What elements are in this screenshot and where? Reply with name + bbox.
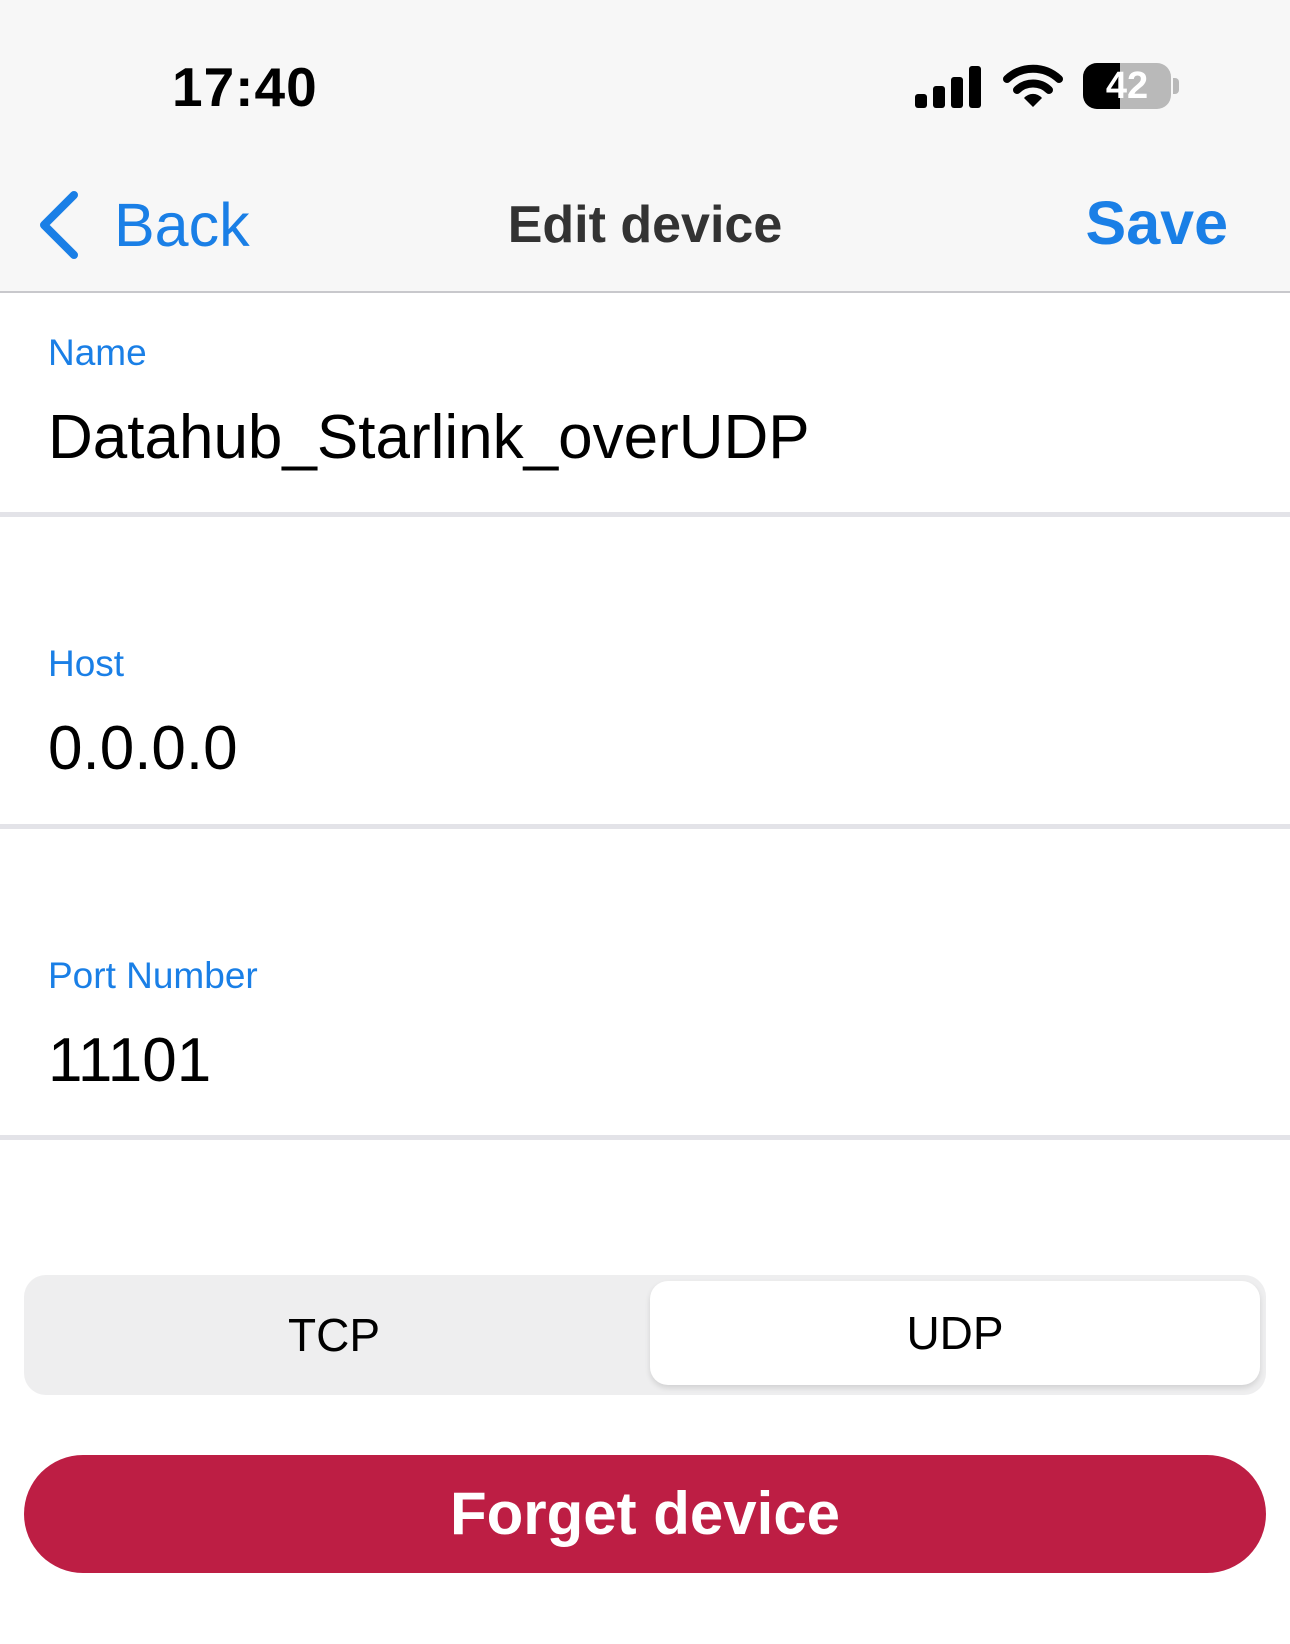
host-input[interactable] (48, 713, 1228, 784)
port-input[interactable] (48, 1025, 1228, 1096)
save-button[interactable]: Save (1086, 188, 1228, 258)
host-divider (0, 824, 1290, 829)
forget-device-button[interactable]: Forget device (24, 1455, 1266, 1573)
signal-icon (915, 66, 981, 108)
battery-body: 42 (1083, 63, 1171, 109)
name-divider (0, 512, 1290, 517)
name-label: Name (48, 332, 147, 373)
host-label: Host (48, 643, 125, 684)
status-time: 17:40 (172, 56, 318, 118)
battery-icon: 42 (1083, 63, 1179, 111)
battery-cap (1173, 78, 1179, 94)
name-input[interactable] (48, 402, 1228, 473)
battery-level: 42 (1105, 65, 1149, 107)
wifi-icon (1003, 64, 1063, 107)
segment-udp[interactable]: UDP (650, 1281, 1260, 1385)
port-label: Port Number (48, 955, 258, 996)
protocol-segmented-control: TCP UDP (24, 1275, 1266, 1395)
port-divider (0, 1135, 1290, 1140)
segment-tcp[interactable]: TCP (24, 1275, 644, 1395)
